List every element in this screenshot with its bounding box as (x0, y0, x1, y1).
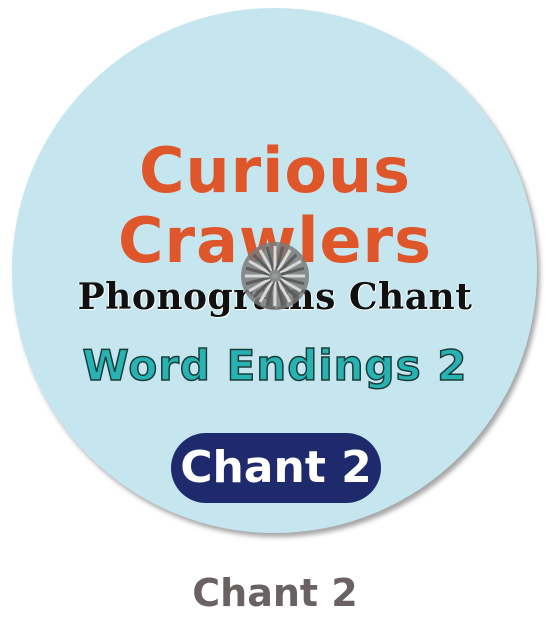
chant-badge: Chant 2 (175, 437, 377, 499)
title-line-1: Curious (138, 134, 412, 207)
album-card[interactable]: Curious Crawlers Phonograms Chant Word E… (0, 0, 550, 636)
caption: Chant 2 (192, 571, 358, 615)
loading-spinner-icon (241, 242, 309, 310)
topic-title: Word Endings 2 (82, 341, 468, 390)
chant-badge-label: Chant 2 (180, 442, 372, 493)
